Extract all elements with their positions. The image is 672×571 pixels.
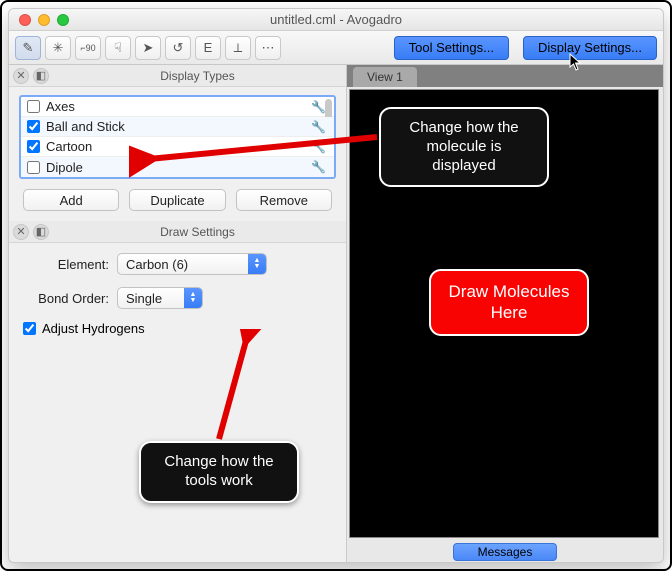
list-item[interactable]: Axes 🔧 [21, 97, 334, 117]
view-tabstrip: View 1 [347, 65, 663, 87]
hand-icon: ☟ [114, 40, 122, 56]
titlebar: untitled.cml - Avogadro [9, 9, 663, 31]
callout-draw: Draw Molecules Here [429, 269, 589, 336]
tool-opt[interactable]: E [195, 36, 221, 60]
tool-settings-button[interactable]: Tool Settings... [394, 36, 509, 60]
messages-button[interactable]: Messages [453, 543, 558, 561]
adjust-hydrogens-label: Adjust Hydrogens [42, 321, 145, 336]
minimize-icon[interactable] [38, 14, 50, 26]
remove-button[interactable]: Remove [236, 189, 332, 211]
list-item[interactable]: Ball and Stick 🔧 [21, 117, 334, 137]
tool-autorotate[interactable]: ↺ [165, 36, 191, 60]
list-item[interactable]: Cartoon 🔧 [21, 137, 334, 157]
detach-panel-icon[interactable]: ◧ [33, 68, 49, 84]
tool-select[interactable]: ➤ [135, 36, 161, 60]
tool-align[interactable]: ⋯ [255, 36, 281, 60]
application-frame: untitled.cml - Avogadro ✎ ✳ ⌐90 ☟ ➤ ↺ E … [0, 0, 672, 571]
wrench-icon[interactable]: 🔧 [311, 140, 326, 154]
tool-manipulate[interactable]: ☟ [105, 36, 131, 60]
measure-icon: ⟂ [234, 40, 243, 56]
wrench-icon[interactable]: 🔧 [311, 100, 326, 114]
add-button[interactable]: Add [23, 189, 119, 211]
close-panel-icon[interactable]: ✕ [13, 224, 29, 240]
draw-settings-header: ✕ ◧ Draw Settings [9, 221, 346, 243]
display-types-header: ✕ ◧ Display Types [9, 65, 346, 87]
tool-bond[interactable]: ⌐90 [75, 36, 101, 60]
wrench-icon[interactable]: 🔧 [311, 160, 326, 174]
tab-view1[interactable]: View 1 [353, 67, 417, 87]
cursor-icon [569, 53, 583, 71]
list-item[interactable]: Dipole 🔧 [21, 157, 334, 177]
display-type-checkbox[interactable] [27, 161, 40, 174]
display-type-checkbox[interactable] [27, 140, 40, 153]
display-type-checkbox[interactable] [27, 100, 40, 113]
element-select[interactable]: Carbon (6) ▲▼ [117, 253, 267, 275]
callout-tools: Change how the tools work [139, 441, 299, 503]
star-icon: ✳ [53, 40, 64, 56]
bond-order-select[interactable]: Single ▲▼ [117, 287, 203, 309]
zoom-icon[interactable] [57, 14, 69, 26]
main-window: untitled.cml - Avogadro ✎ ✳ ⌐90 ☟ ➤ ↺ E … [8, 8, 664, 563]
wrench-icon[interactable]: 🔧 [311, 120, 326, 134]
display-type-checkbox[interactable] [27, 120, 40, 133]
tool-draw[interactable]: ✎ [15, 36, 41, 60]
rotate-icon: ↺ [173, 40, 184, 56]
pointer-icon: ➤ [143, 40, 154, 56]
display-types-list[interactable]: Axes 🔧 Ball and Stick 🔧 Cartoon 🔧 Dipol [19, 95, 336, 179]
detach-panel-icon[interactable]: ◧ [33, 224, 49, 240]
align-icon: ⋯ [262, 40, 275, 56]
callout-display: Change how the molecule is displayed [379, 107, 549, 187]
display-settings-button[interactable]: Display Settings... [523, 36, 657, 60]
tool-measure[interactable]: ⟂ [225, 36, 251, 60]
window-title: untitled.cml - Avogadro [9, 12, 663, 27]
bond-order-label: Bond Order: [23, 291, 109, 306]
close-icon[interactable] [19, 14, 31, 26]
optimize-icon: E [204, 40, 213, 55]
adjust-hydrogens-checkbox[interactable] [23, 322, 36, 335]
close-panel-icon[interactable]: ✕ [13, 68, 29, 84]
chevron-updown-icon: ▲▼ [184, 288, 202, 308]
element-label: Element: [23, 257, 109, 272]
toolbar: ✎ ✳ ⌐90 ☟ ➤ ↺ E ⟂ ⋯ Tool Settings... Dis… [9, 31, 663, 65]
pencil-icon: ✎ [23, 40, 34, 56]
draw-settings-panel: Element: Carbon (6) ▲▼ Bond Order: Singl… [9, 243, 346, 562]
chevron-updown-icon: ▲▼ [248, 254, 266, 274]
duplicate-button[interactable]: Duplicate [129, 189, 225, 211]
tool-navigate[interactable]: ✳ [45, 36, 71, 60]
angle-icon: ⌐90 [80, 43, 95, 53]
